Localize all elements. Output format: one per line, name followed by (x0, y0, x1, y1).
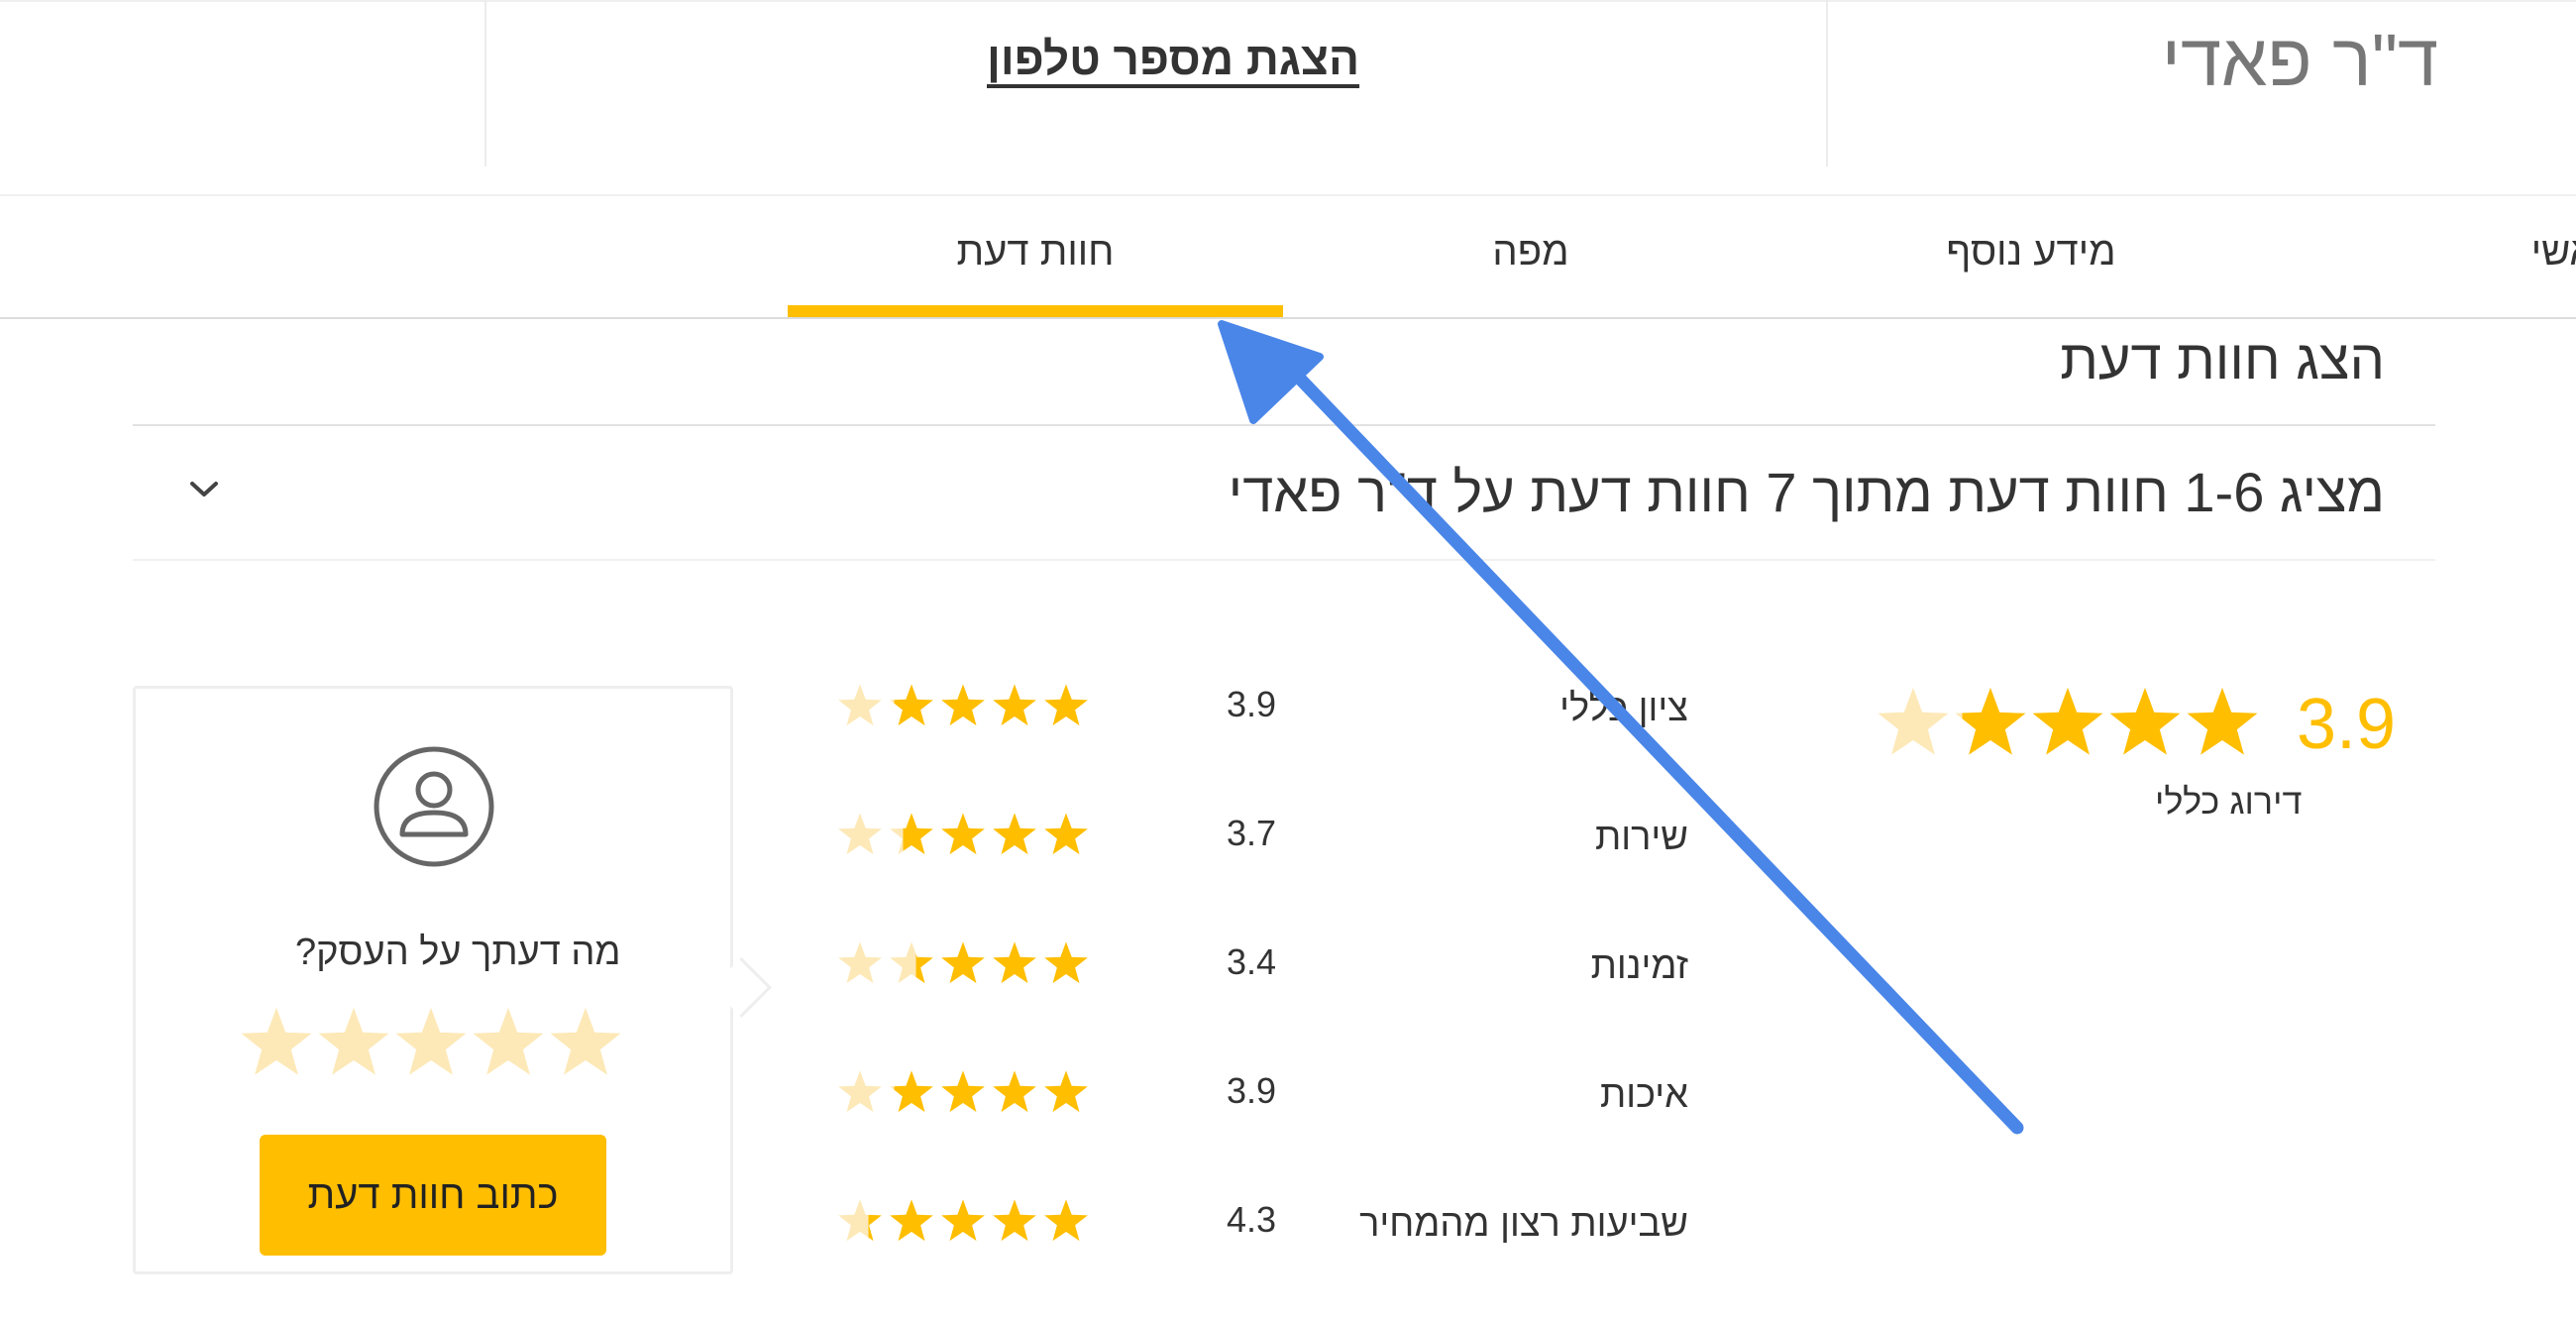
tab-map[interactable]: מפה (1387, 230, 1674, 275)
overall-rating-stars (1875, 684, 2261, 761)
category-label: זמינות (1590, 945, 1688, 987)
star-icon (838, 941, 882, 984)
star-icon (2109, 687, 2181, 755)
category-value: 3.9 (1227, 684, 1277, 724)
rate-star-icon[interactable] (238, 1004, 315, 1081)
business-name: ד"ר פאדי (2161, 19, 2438, 101)
write-review-button[interactable]: כתוב חוות דעת (260, 1135, 606, 1256)
category-value: 3.4 (1227, 941, 1277, 982)
star-icon (890, 941, 933, 984)
user-avatar-icon (373, 745, 495, 868)
star-icon (993, 684, 1036, 726)
category-label: איכות (1599, 1074, 1688, 1116)
star-icon (993, 941, 1036, 984)
star-icon (1044, 1199, 1088, 1242)
category-label: ציון כללי (1559, 688, 1688, 729)
category-stars (836, 939, 1090, 987)
star-icon (890, 684, 933, 726)
overall-rating-label: דירוג כללי (2155, 781, 2303, 822)
star-icon (941, 941, 985, 984)
star-icon (2187, 687, 2258, 755)
rate-star-icon[interactable] (547, 1004, 624, 1081)
show-phone-link[interactable]: הצגת מספר טלפון (987, 32, 1359, 85)
rate-star-icon[interactable] (470, 1004, 547, 1081)
chevron-down-icon (190, 482, 218, 496)
star-icon (838, 684, 882, 726)
category-value: 3.7 (1227, 813, 1277, 853)
star-icon (941, 1199, 985, 1242)
star-icon (1044, 1070, 1088, 1113)
rating-input-stars[interactable] (238, 1004, 624, 1081)
star-icon (1878, 687, 1949, 755)
category-label: שירות (1594, 817, 1688, 858)
star-icon (890, 1199, 933, 1242)
star-icon (890, 813, 933, 855)
star-icon (838, 813, 882, 855)
reviews-summary: מציג 1-6 חוות דעת מתוך 7 חוות דעת על ד"ר… (1228, 461, 2385, 523)
category-stars (836, 682, 1090, 729)
category-value: 4.3 (1227, 1199, 1277, 1240)
star-icon (838, 1070, 882, 1113)
category-stars (836, 811, 1090, 858)
star-icon (941, 684, 985, 726)
star-icon (890, 1070, 933, 1113)
star-icon (993, 1070, 1036, 1113)
rate-star-icon[interactable] (315, 1004, 392, 1081)
review-question: מה דעתך על העסק? (295, 932, 621, 973)
category-label: שביעות רצון מהמחיר (1359, 1203, 1688, 1245)
star-icon (993, 1199, 1036, 1242)
star-icon (2032, 687, 2103, 755)
tab-more-info[interactable]: מידע נוסף (1882, 230, 2180, 275)
category-stars (836, 1068, 1090, 1116)
star-icon (1044, 941, 1088, 984)
star-icon (838, 1199, 882, 1242)
category-value: 3.9 (1227, 1070, 1277, 1111)
category-stars (836, 1197, 1090, 1245)
overall-rating-value: 3.9 (2297, 685, 2397, 764)
star-icon (993, 813, 1036, 855)
tab-main[interactable]: ראשי (2457, 230, 2576, 275)
star-icon (941, 813, 985, 855)
star-icon (1955, 687, 2026, 755)
star-icon (1044, 684, 1088, 726)
star-icon (1044, 813, 1088, 855)
tab-reviews[interactable]: חוות דעת (788, 230, 1283, 275)
rate-star-icon[interactable] (392, 1004, 470, 1081)
star-icon (941, 1070, 985, 1113)
sort-dropdown[interactable] (174, 466, 234, 515)
section-title: הצג חוות דעת (2060, 328, 2385, 390)
